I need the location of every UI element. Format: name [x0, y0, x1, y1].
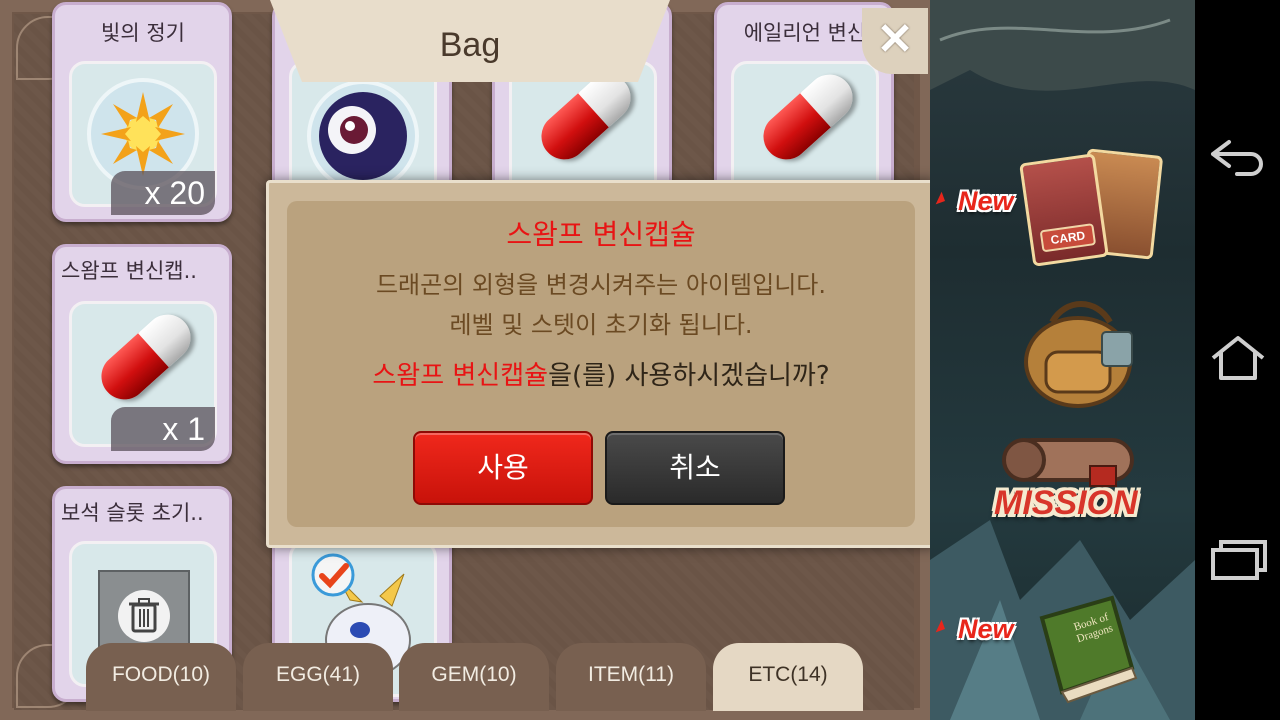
dialog-title: 스왐프 변신캡슐 [506, 218, 696, 251]
book-icon [1039, 595, 1138, 704]
cards-button[interactable]: CARD [1019, 142, 1164, 272]
item-quantity: x 1 [111, 407, 215, 451]
bag-title: Bag [439, 26, 501, 64]
item-name: 빛의 정기 [101, 21, 185, 45]
use-item-dialog: 스왐프 변신캡슐 드래곤의 외형을 변경시켜주는 아이템입니다. 레벨 및 스텟… [266, 180, 936, 548]
bag-title-tab: Bag [270, 0, 670, 82]
dialog-question: 스왐프 변신캡슐을(를) 사용하시겠습니까? [287, 355, 915, 392]
new-badge-cards: New [958, 186, 1014, 216]
item-name: 스왐프 변신캡.. [61, 259, 197, 283]
tab-food[interactable]: FOOD(10) [86, 643, 236, 711]
item-quantity: x 20 [111, 171, 215, 215]
dialog-description-line-2: 레벨 및 스텟이 초기화 됩니다. [449, 311, 753, 339]
tab-egg[interactable]: EGG(41) [243, 643, 393, 711]
tab-etc[interactable]: ETC(14) [713, 643, 863, 711]
tab-item[interactable]: ITEM(11) [556, 643, 706, 711]
item-slot-capsule-selected[interactable]: 스왐프 변신캡.. x 1 [52, 244, 232, 464]
recent-apps-button[interactable] [1207, 532, 1269, 592]
recent-apps-icon [1211, 540, 1267, 580]
tab-gem[interactable]: GEM(10) [399, 643, 549, 711]
book-of-dragons-button[interactable]: Book of Dragons [1022, 588, 1142, 708]
red-capsule-icon [753, 65, 863, 169]
home-button[interactable] [1207, 330, 1269, 390]
backpack-button[interactable] [1016, 292, 1146, 412]
item-name: 보석 슬롯 초기.. [61, 501, 204, 525]
home-icon [1211, 336, 1265, 380]
dialog-question-item: 스왐프 변신캡슐 [372, 361, 549, 391]
item-slot-light-essence[interactable]: 빛의 정기 x 20 [52, 2, 232, 222]
back-icon [1211, 140, 1263, 176]
card-label: CARD [1039, 223, 1097, 253]
mission-button[interactable]: MISSION [992, 422, 1172, 552]
use-button[interactable]: 사용 [413, 431, 593, 505]
game-side-menu: New CARD MISSION New Book of Dragons [930, 0, 1195, 720]
dialog-panel: 스왐프 변신캡슐 드래곤의 외형을 변경시켜주는 아이템입니다. 레벨 및 스텟… [287, 201, 915, 527]
backpack-icon [1024, 301, 1133, 408]
android-nav-bar [1195, 0, 1280, 720]
checkmark-icon [311, 553, 355, 597]
mission-label: MISSION [994, 484, 1138, 522]
red-capsule-icon [91, 305, 201, 409]
card-front-icon: CARD [1019, 153, 1109, 267]
new-badge-book: New [958, 614, 1014, 644]
close-button[interactable]: ✕ [862, 8, 928, 74]
dialog-description-line-1: 드래곤의 외형을 변경시켜주는 아이템입니다. [375, 271, 827, 299]
back-button[interactable] [1207, 128, 1269, 188]
cancel-button[interactable]: 취소 [605, 431, 785, 505]
dialog-question-text: 을(를) 사용하시겠습니까? [548, 361, 830, 391]
